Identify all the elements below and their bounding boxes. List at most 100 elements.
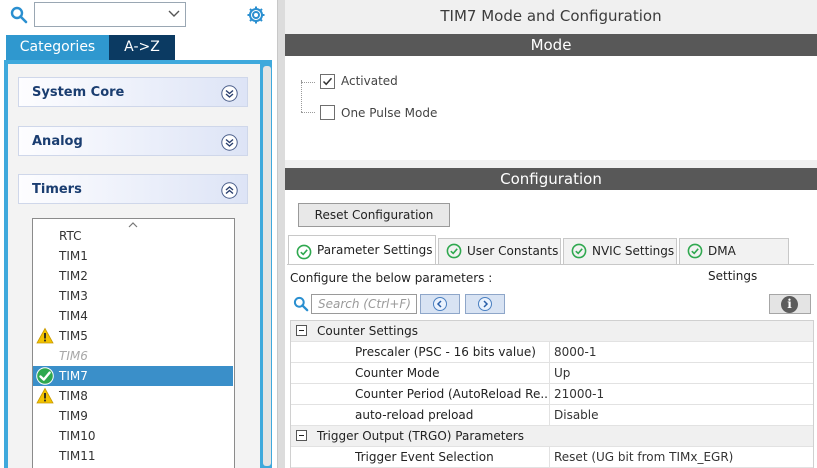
- timer-label: TIM11: [59, 449, 96, 463]
- param-row-auto-reload-preload[interactable]: auto-reload preload Disable: [291, 405, 813, 426]
- param-value[interactable]: 8000-1: [554, 342, 597, 362]
- chevron-down-icon[interactable]: [167, 6, 181, 20]
- param-row-trigger-event-selection[interactable]: Trigger Event Selection Reset (UG bit fr…: [291, 447, 813, 468]
- timer-label: TIM8: [59, 389, 88, 403]
- tab-categories[interactable]: Categories: [6, 35, 109, 60]
- search-next-button[interactable]: [465, 294, 505, 314]
- reset-configuration-button[interactable]: Reset Configuration: [298, 203, 450, 227]
- group-label: Trigger Output (TRGO) Parameters: [317, 429, 524, 443]
- tab-dma-settings[interactable]: DMA Settings: [679, 238, 789, 283]
- configure-instructions: Configure the below parameters :: [290, 271, 493, 285]
- category-analog[interactable]: Analog: [18, 126, 248, 156]
- timer-item-tim7[interactable]: TIM7: [33, 366, 233, 386]
- category-label: System Core: [32, 85, 125, 100]
- param-name: Trigger Event Selection: [355, 450, 494, 464]
- param-row-prescaler[interactable]: Prescaler (PSC - 16 bits value) 8000-1: [291, 342, 813, 363]
- expand-chevron-icon[interactable]: [221, 84, 238, 102]
- timer-item-tim8[interactable]: TIM8: [33, 386, 233, 406]
- parameter-search-input[interactable]: Search (Ctrl+F): [311, 294, 417, 314]
- check-circle-icon: [296, 242, 312, 260]
- check-ok-icon: [36, 367, 54, 385]
- timer-item-tim3[interactable]: TIM3: [33, 286, 233, 306]
- category-label: Analog: [32, 134, 83, 149]
- tab-nvic-settings[interactable]: NVIC Settings: [563, 238, 677, 264]
- collapse-chevron-icon[interactable]: [221, 181, 238, 199]
- search-previous-button[interactable]: [420, 294, 460, 314]
- tab-a-z[interactable]: A->Z: [109, 35, 175, 60]
- mode-section-header: Mode: [285, 34, 817, 56]
- warning-icon: [36, 387, 54, 405]
- timer-label: TIM6: [59, 349, 88, 363]
- group-label: Counter Settings: [317, 324, 418, 338]
- timer-label: TIM7: [59, 369, 88, 383]
- scroll-up-icon[interactable]: [128, 218, 138, 228]
- check-circle-icon: [446, 243, 462, 259]
- timer-item-tim4[interactable]: TIM4: [33, 306, 233, 326]
- check-circle-icon: [571, 243, 587, 259]
- timer-label: TIM4: [59, 309, 88, 323]
- column-divider: [549, 384, 550, 404]
- search-combobox[interactable]: [34, 2, 186, 27]
- tab-label: Parameter Settings: [317, 243, 433, 257]
- tab-underline: [287, 264, 814, 265]
- configuration-section-header: Configuration: [285, 168, 817, 190]
- categories-scrollbar-thumb[interactable]: [263, 66, 271, 466]
- category-system-core[interactable]: System Core: [18, 77, 248, 107]
- gear-icon[interactable]: [246, 5, 266, 25]
- column-divider: [549, 447, 550, 467]
- timer-label: TIM5: [59, 329, 88, 343]
- param-value[interactable]: Disable: [554, 405, 599, 425]
- activated-label: Activated: [341, 74, 398, 88]
- group-trigger-output[interactable]: Trigger Output (TRGO) Parameters: [291, 426, 813, 447]
- tree-connector: [301, 82, 315, 83]
- timer-item-tim6[interactable]: TIM6: [33, 346, 233, 366]
- search-icon: [293, 296, 309, 312]
- category-timers[interactable]: Timers: [18, 174, 248, 204]
- timer-item-tim9[interactable]: TIM9: [33, 406, 233, 426]
- timer-label: RTC: [59, 229, 82, 243]
- param-value[interactable]: Up: [554, 363, 570, 383]
- param-row-counter-mode[interactable]: Counter Mode Up: [291, 363, 813, 384]
- tab-parameter-settings[interactable]: Parameter Settings: [288, 235, 436, 265]
- timer-item-tim11[interactable]: TIM11: [33, 446, 233, 466]
- chevron-left-icon: [433, 297, 447, 311]
- panel-splitter[interactable]: [277, 0, 285, 468]
- param-value[interactable]: Reset (UG bit from TIMx_EGR): [554, 447, 733, 467]
- column-divider: [549, 405, 550, 425]
- warning-icon: [36, 327, 54, 345]
- one-pulse-mode-label: One Pulse Mode: [341, 106, 438, 120]
- chevron-right-icon: [478, 297, 492, 311]
- timer-label: TIM1: [59, 249, 88, 263]
- timer-item-tim1[interactable]: TIM1: [33, 246, 233, 266]
- param-value[interactable]: 21000-1: [554, 384, 604, 404]
- collapse-minus-icon[interactable]: [296, 430, 307, 441]
- param-name: auto-reload preload: [355, 408, 474, 422]
- column-divider: [549, 342, 550, 362]
- timer-item-tim5[interactable]: TIM5: [33, 326, 233, 346]
- tab-label: NVIC Settings: [592, 244, 675, 258]
- tab-user-constants[interactable]: User Constants: [438, 238, 561, 264]
- check-circle-icon: [687, 243, 703, 259]
- timer-item-tim10[interactable]: TIM10: [33, 426, 233, 446]
- one-pulse-mode-checkbox[interactable]: [320, 105, 335, 120]
- section-gap: [285, 160, 817, 168]
- timer-item-rtc[interactable]: RTC: [33, 226, 233, 246]
- expand-chevron-icon[interactable]: [221, 133, 238, 151]
- timer-label: TIM9: [59, 409, 88, 423]
- activated-checkbox[interactable]: [320, 74, 335, 89]
- group-counter-settings[interactable]: Counter Settings: [291, 321, 813, 342]
- collapse-minus-icon[interactable]: [296, 325, 307, 336]
- param-name: Prescaler (PSC - 16 bits value): [355, 345, 536, 359]
- tree-connector: [301, 112, 315, 113]
- timer-label: TIM10: [59, 429, 96, 443]
- search-icon[interactable]: [10, 6, 28, 24]
- info-icon[interactable]: i: [781, 296, 798, 313]
- timer-item-tim2[interactable]: TIM2: [33, 266, 233, 286]
- param-row-counter-period[interactable]: Counter Period (AutoReload Re... 21000-1: [291, 384, 813, 405]
- timer-label: TIM2: [59, 269, 88, 283]
- param-name: Counter Mode: [355, 366, 440, 380]
- page-title: TIM7 Mode and Configuration: [285, 0, 817, 33]
- tree-connector: [301, 80, 302, 112]
- tab-label: User Constants: [467, 244, 559, 258]
- timer-label: TIM3: [59, 289, 88, 303]
